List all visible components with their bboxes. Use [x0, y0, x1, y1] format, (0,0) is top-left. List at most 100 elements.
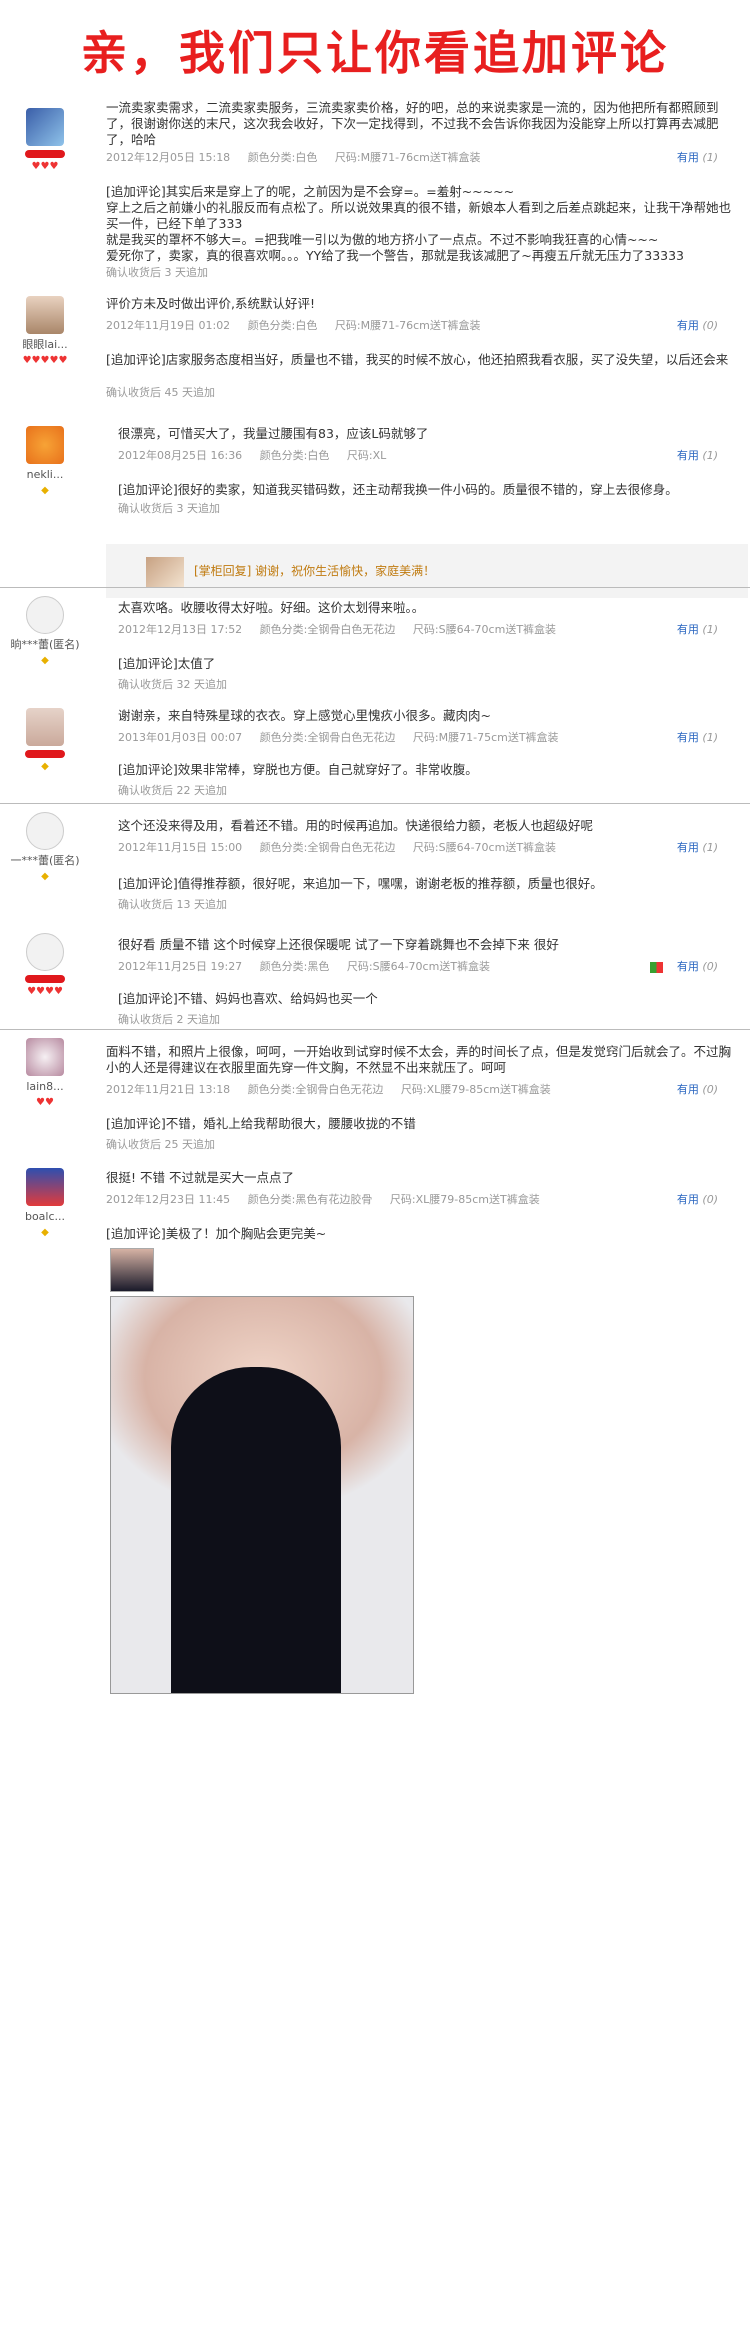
username-redacted [25, 975, 65, 983]
helpful-button[interactable]: 有用 [677, 960, 699, 973]
color-option: 颜色分类:白色 [259, 449, 330, 462]
followup-text: [追加评论]效果非常棒，穿脱也方便。自己就穿好了。非常收腹。 [118, 762, 478, 777]
review-text: 很漂亮，可惜买大了，我量过腰围有83，应该L码就够了 [118, 426, 429, 441]
size-option: 尺码:M腰71-75cm送T裤盒装 [412, 731, 559, 744]
review-meta: 2012年11月25日 19:27 颜色分类:黑色 尺码:S腰64-70cm送T… [118, 959, 742, 975]
followup-text: [追加评论]其实后来是穿上了的呢，之前因为是不会穿=。=羞射~~~~~ 穿上之后… [106, 184, 732, 263]
helpful-button[interactable]: 有用 [677, 1193, 699, 1206]
followup-date: 确认收货后 3 天追加 [118, 502, 220, 515]
helpful-button[interactable]: 有用 [677, 731, 699, 744]
helpful-vote[interactable]: 有用 (1) [677, 730, 718, 746]
review-item: ◆ 谢谢亲，来自特殊星球的衣衣。穿上感觉心里愧疚小很多。藏肉肉~ 2013年01… [0, 700, 750, 800]
followup-date: 确认收货后 45 天追加 [106, 386, 215, 399]
avatar[interactable] [26, 1038, 64, 1076]
size-option: 尺码:M腰71-76cm送T裤盒装 [334, 319, 481, 332]
credit-level: ♥♥♥♥♥ [22, 355, 68, 366]
helpful-button[interactable]: 有用 [677, 623, 699, 636]
shop-reply-text: [掌柜回复] 谢谢，祝你生活愉快，家庭美满！ [194, 564, 436, 578]
review-meta: 2013年01月03日 00:07 颜色分类:全钢骨白色无花边 尺码:M腰71-… [118, 730, 742, 746]
review-list: ♥♥♥ 一流卖家卖需求，二流卖家卖服务，三流卖家卖价格，好的吧，总的来说卖家是一… [0, 100, 750, 2334]
review-text: 这个还没来得及用，看着还不错。用的时候再追加。快递很给力额，老板人也超级好呢 [118, 818, 594, 833]
helpful-button[interactable]: 有用 [677, 319, 699, 332]
username[interactable]: boalc... [10, 1210, 80, 1224]
followup-text: [追加评论]值得推荐额，很好呢，来追加一下，嘿嘿，谢谢老板的推荐额，质量也很好。 [118, 876, 603, 891]
username[interactable]: lain8... [10, 1080, 80, 1094]
helpful-button[interactable]: 有用 [677, 449, 699, 462]
review-date: 2012年12月05日 15:18 [106, 151, 231, 164]
helpful-count: (0) [702, 960, 718, 973]
review-item: 晌***蕾(匿名) ◆ 太喜欢咯。收腰收得太好啦。好细。这价太划得来啦。。 20… [0, 587, 750, 707]
flag-icon [649, 961, 663, 973]
credit-level: ◆ [41, 1227, 49, 1238]
review-date: 2012年12月13日 17:52 [118, 623, 243, 636]
credit-level: ◆ [41, 655, 49, 666]
review-date: 2013年01月03日 00:07 [118, 731, 243, 744]
credit-level: ♥♥ [36, 1097, 54, 1108]
review-photo[interactable] [110, 1296, 414, 1694]
credit-level: ◆ [41, 761, 49, 772]
review-meta: 2012年12月13日 17:52 颜色分类:全钢骨白色无花边 尺码:S腰64-… [118, 622, 742, 638]
size-option: 尺码:S腰64-70cm送T裤盒装 [412, 841, 557, 854]
user-info: lain8... ♥♥ [10, 1038, 80, 1109]
user-info: ♥♥♥ [10, 108, 80, 173]
helpful-count: (1) [702, 731, 718, 744]
color-option: 颜色分类:全钢骨白色无花边 [247, 1083, 384, 1096]
username[interactable]: nekli... [10, 468, 80, 482]
review-date: 2012年11月15日 15:00 [118, 841, 243, 854]
helpful-button[interactable]: 有用 [677, 151, 699, 164]
helpful-button[interactable]: 有用 [677, 1083, 699, 1096]
shop-avatar [146, 557, 184, 587]
user-info: 晌***蕾(匿名) ◆ [10, 596, 80, 667]
anonymous-avatar-icon[interactable] [26, 933, 64, 971]
helpful-vote[interactable]: 有用 (0) [677, 318, 718, 334]
avatar[interactable] [26, 108, 64, 146]
size-option: 尺码:XL腰79-85cm送T裤盒装 [400, 1083, 551, 1096]
followup-date: 确认收货后 13 天追加 [118, 898, 227, 911]
user-info: ◆ [10, 708, 80, 773]
size-option: 尺码:XL [346, 449, 387, 462]
username[interactable]: 眼眼lai... [10, 338, 80, 352]
size-option: 尺码:M腰71-76cm送T裤盒装 [334, 151, 481, 164]
photo-corset [171, 1367, 341, 1693]
avatar[interactable] [26, 296, 64, 334]
review-meta: 2012年12月05日 15:18 颜色分类:白色 尺码:M腰71-76cm送T… [106, 150, 742, 166]
helpful-count: (1) [702, 623, 718, 636]
user-info: boalc... ◆ [10, 1168, 80, 1239]
followup-date: 确认收货后 2 天追加 [118, 1013, 220, 1026]
avatar[interactable] [26, 1168, 64, 1206]
color-option: 颜色分类:全钢骨白色无花边 [259, 731, 396, 744]
banner-title: 亲，我们只让你看追加评论 [81, 26, 669, 80]
helpful-vote[interactable]: 有用 (0) [677, 1192, 718, 1208]
review-item: 眼眼lai... ♥♥♥♥♥ 评价方未及时做出评价,系统默认好评! 2012年1… [0, 288, 750, 408]
followup-text: [追加评论]美极了！加个胸贴会更完美~ [106, 1226, 327, 1241]
review-date: 2012年11月19日 01:02 [106, 319, 231, 332]
review-item: 一***蕾(匿名) ◆ 这个还没来得及用，看着还不错。用的时候再追加。快递很给力… [0, 803, 750, 923]
helpful-vote[interactable]: 有用 (1) [677, 448, 718, 464]
helpful-vote[interactable]: 有用 (1) [677, 150, 718, 166]
username[interactable]: 晌***蕾(匿名) [10, 638, 80, 652]
review-text: 评价方未及时做出评价,系统默认好评! [106, 296, 315, 311]
review-date: 2012年08月25日 16:36 [118, 449, 243, 462]
size-option: 尺码:S腰64-70cm送T裤盒装 [346, 960, 491, 973]
helpful-vote[interactable]: 有用 (0) [677, 1082, 718, 1098]
review-date: 2012年12月23日 11:45 [106, 1193, 231, 1206]
avatar[interactable] [26, 708, 64, 746]
helpful-button[interactable]: 有用 [677, 841, 699, 854]
credit-level: ♥♥♥♥ [27, 986, 63, 997]
helpful-count: (0) [702, 1193, 718, 1206]
review-meta: 2012年11月21日 13:18 颜色分类:全钢骨白色无花边 尺码:XL腰79… [106, 1082, 742, 1098]
anonymous-avatar-icon[interactable] [26, 812, 64, 850]
user-info: nekli... ◆ [10, 426, 80, 497]
helpful-vote[interactable]: 有用 (1) [677, 622, 718, 638]
helpful-vote[interactable]: 有用 (1) [677, 840, 718, 856]
review-meta: 2012年11月19日 01:02 颜色分类:白色 尺码:M腰71-76cm送T… [106, 318, 742, 334]
anonymous-avatar-icon[interactable] [26, 596, 64, 634]
followup-text: [追加评论]不错、妈妈也喜欢、给妈妈也买一个 [118, 991, 378, 1006]
username[interactable]: 一***蕾(匿名) [10, 854, 80, 868]
avatar[interactable] [26, 426, 64, 464]
followup-date: 确认收货后 22 天追加 [118, 784, 227, 797]
review-text: 很好看 质量不错 这个时候穿上还很保暖呢 试了一下穿着跳舞也不会掉下来 很好 [118, 937, 559, 952]
photo-thumbnail[interactable] [110, 1248, 154, 1292]
helpful-vote[interactable]: 有用 (0) [649, 959, 718, 975]
followup-text: [追加评论]店家服务态度相当好，质量也不错，我买的时候不放心，他还拍照我看衣服，… [106, 352, 729, 367]
